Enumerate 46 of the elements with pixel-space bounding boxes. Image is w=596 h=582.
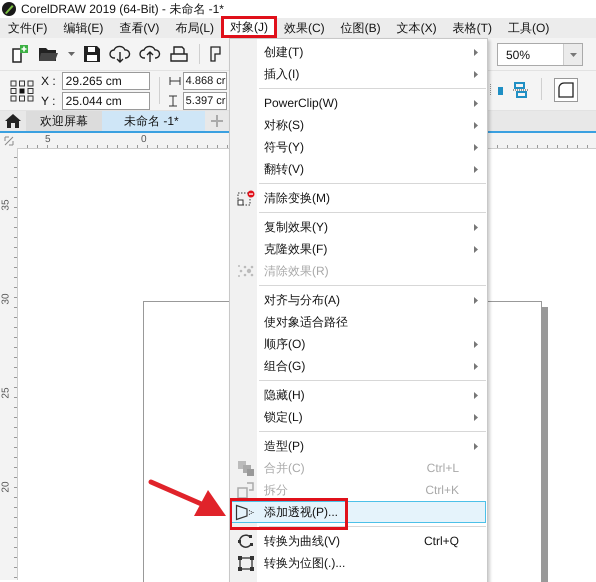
menu-item[interactable]: 克隆效果(F): [231, 238, 486, 260]
menu-item[interactable]: 转换为曲线(V) Ctrl+Q: [231, 530, 486, 552]
ruler-label: 0: [141, 135, 147, 145]
menu-item[interactable]: 插入(I): [231, 63, 486, 85]
menu-bar-item[interactable]: 查看(V): [113, 18, 166, 38]
x-position-field[interactable]: 29.265 cm: [62, 72, 150, 90]
menu-bar-item[interactable]: 编辑(E): [57, 18, 110, 38]
width-field[interactable]: 4.868 cr: [182, 72, 227, 90]
menu-item[interactable]: 顺序(O): [231, 333, 486, 355]
document-tab[interactable]: 欢迎屏幕: [26, 111, 102, 131]
menu-item[interactable]: 造型(P): [231, 435, 486, 457]
menu-item[interactable]: 添加透视(P)...: [231, 501, 486, 523]
height-field[interactable]: 5.397 cr: [182, 92, 227, 110]
y-position-field[interactable]: 25.044 cm: [62, 92, 150, 110]
menu-item[interactable]: 对齐与分布(A): [231, 289, 486, 311]
y-label: Y :: [41, 94, 56, 108]
menu-item[interactable]: 组合(G): [231, 355, 486, 377]
menu-bar-item[interactable]: 位图(B): [334, 18, 387, 38]
menu-bar-item[interactable]: 文本(X): [390, 18, 443, 38]
menu-bar-item[interactable]: 对象(J): [224, 18, 274, 38]
ruler-label: 30: [2, 293, 12, 305]
menu-item[interactable]: 复制效果(Y): [231, 216, 486, 238]
window-title: CorelDRAW 2019 (64-Bit) - 未命名 -1*: [21, 0, 224, 18]
menu-item[interactable]: 对称(S): [231, 114, 486, 136]
menu-bar-item[interactable]: 工具(O): [502, 18, 556, 38]
menu-bar-item[interactable]: 文件(F): [2, 18, 54, 38]
menu-bar-item[interactable]: 布局(L): [169, 18, 220, 38]
menu-item[interactable]: 转换为位图(.)...: [231, 552, 486, 574]
ruler-label: 5: [45, 135, 51, 145]
zoom-dropdown[interactable]: 50%: [497, 43, 583, 66]
menu-item[interactable]: 使对象适合路径: [231, 311, 486, 333]
menu-item[interactable]: 符号(Y): [231, 136, 486, 158]
menu-item[interactable]: 清除变换(M): [231, 187, 486, 209]
ruler-label: 35: [2, 199, 12, 211]
menu-item[interactable]: 创建(T): [231, 41, 486, 63]
document-tab[interactable]: 未命名 -1*: [102, 111, 205, 131]
menu-bar-item[interactable]: 表格(T): [446, 18, 498, 38]
zoom-value: 50%: [505, 46, 532, 64]
menu-item[interactable]: 隐藏(H): [231, 384, 486, 406]
menu-bar-item[interactable]: 效果(C): [278, 18, 331, 38]
menu-item[interactable]: PowerClip(W): [231, 92, 486, 114]
ruler-label: 20: [2, 481, 12, 493]
ruler-label: 25: [2, 387, 12, 399]
menu-item[interactable]: 翻转(V): [231, 158, 486, 180]
menu-item[interactable]: 锁定(L): [231, 406, 486, 428]
x-label: X :: [41, 74, 56, 88]
